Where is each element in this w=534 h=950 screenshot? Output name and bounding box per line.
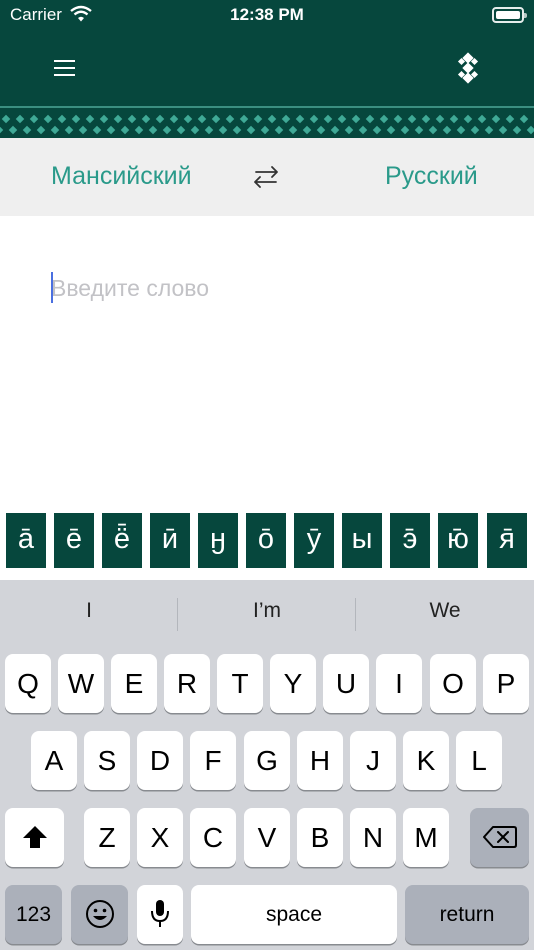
shift-arrow-icon bbox=[22, 826, 47, 848]
key-k[interactable]: K bbox=[403, 731, 449, 790]
key-d[interactable]: D bbox=[137, 731, 183, 790]
key-t[interactable]: T bbox=[217, 654, 263, 713]
battery-icon bbox=[492, 7, 527, 23]
special-char-key[interactable]: ē bbox=[54, 513, 94, 568]
key-s[interactable]: S bbox=[84, 731, 130, 790]
key-x[interactable]: X bbox=[137, 808, 183, 867]
suggestion-1[interactable]: I bbox=[0, 599, 178, 623]
special-char-key[interactable]: ӣ bbox=[150, 513, 190, 568]
key-e[interactable]: E bbox=[111, 654, 157, 713]
suggestion-2[interactable]: I’m bbox=[178, 599, 356, 623]
key-p[interactable]: P bbox=[483, 654, 529, 713]
key-m[interactable]: M bbox=[403, 808, 449, 867]
ornament-border bbox=[0, 108, 534, 138]
special-char-key[interactable]: ё̄ bbox=[102, 513, 142, 568]
text-caret bbox=[51, 272, 53, 303]
key-a[interactable]: A bbox=[31, 731, 77, 790]
special-char-key[interactable]: э̄ bbox=[390, 513, 430, 568]
dictation-key[interactable] bbox=[137, 885, 183, 944]
input-area bbox=[0, 216, 534, 506]
key-v[interactable]: V bbox=[244, 808, 290, 867]
target-language-button[interactable]: Русский bbox=[385, 162, 478, 191]
key-c[interactable]: C bbox=[190, 808, 236, 867]
nav-bar bbox=[0, 30, 534, 108]
word-search-input[interactable] bbox=[51, 268, 491, 308]
swap-arrows-icon[interactable] bbox=[248, 160, 284, 194]
space-key[interactable]: space bbox=[191, 885, 397, 944]
special-char-key[interactable]: ы bbox=[342, 513, 382, 568]
key-l[interactable]: L bbox=[456, 731, 502, 790]
special-char-key[interactable]: ю̄ bbox=[438, 513, 478, 568]
suggestion-3[interactable]: We bbox=[356, 599, 534, 623]
status-time: 12:38 PM bbox=[230, 5, 304, 24]
shift-key[interactable] bbox=[5, 808, 64, 867]
numbers-key[interactable]: 123 bbox=[5, 885, 62, 944]
key-n[interactable]: N bbox=[350, 808, 396, 867]
language-bar: Мансийский Русский bbox=[0, 138, 534, 216]
source-language-button[interactable]: Мансийский bbox=[51, 162, 192, 191]
key-o[interactable]: O bbox=[430, 654, 476, 713]
backspace-key[interactable] bbox=[470, 808, 529, 867]
key-w[interactable]: W bbox=[58, 654, 104, 713]
hamburger-menu-icon[interactable] bbox=[44, 50, 86, 86]
special-char-key[interactable]: я̄ bbox=[487, 513, 527, 568]
key-j[interactable]: J bbox=[350, 731, 396, 790]
emoji-key[interactable] bbox=[71, 885, 128, 944]
microphone-icon bbox=[151, 900, 169, 927]
key-z[interactable]: Z bbox=[84, 808, 130, 867]
special-char-key[interactable]: ā bbox=[6, 513, 46, 568]
special-char-key[interactable]: ō bbox=[246, 513, 286, 568]
key-i[interactable]: I bbox=[376, 654, 422, 713]
key-y[interactable]: Y bbox=[270, 654, 316, 713]
special-characters-row: ā ē ё̄ ӣ ӈ ō ӯ ы э̄ ю̄ я̄ bbox=[0, 506, 534, 580]
key-u[interactable]: U bbox=[323, 654, 369, 713]
return-key[interactable]: return bbox=[405, 885, 529, 944]
system-keyboard: I I’m We Q W E R T Y U I O P A S D F G H… bbox=[0, 580, 534, 950]
key-r[interactable]: R bbox=[164, 654, 210, 713]
backspace-icon bbox=[482, 826, 517, 848]
key-h[interactable]: H bbox=[297, 731, 343, 790]
ornament-logo-icon[interactable] bbox=[450, 50, 486, 86]
status-bar: Carrier 12:38 PM bbox=[0, 0, 534, 30]
key-b[interactable]: B bbox=[297, 808, 343, 867]
emoji-icon bbox=[85, 900, 114, 928]
key-g[interactable]: G bbox=[244, 731, 290, 790]
special-char-key[interactable]: ӯ bbox=[294, 513, 334, 568]
special-char-key[interactable]: ӈ bbox=[198, 513, 238, 568]
key-f[interactable]: F bbox=[190, 731, 236, 790]
key-q[interactable]: Q bbox=[5, 654, 51, 713]
